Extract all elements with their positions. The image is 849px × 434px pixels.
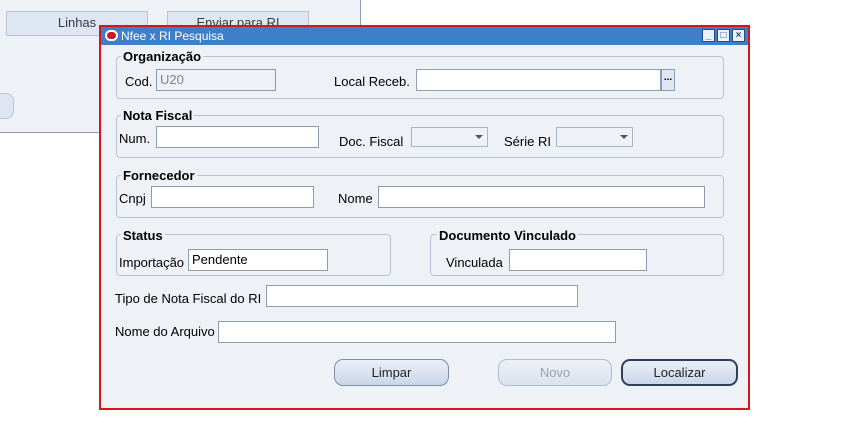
nome-label: Nome [338,191,373,206]
tipo-nota-field[interactable] [266,285,578,307]
close-icon[interactable]: × [732,29,745,42]
novo-button[interactable]: Novo [498,359,612,386]
search-dialog: Nfee x RI Pesquisa _ □ × Organização Cod… [99,25,750,410]
localizar-button[interactable]: Localizar [621,359,738,386]
documento-vinculado-title: Documento Vinculado [437,228,578,243]
local-receb-label: Local Receb. [334,74,410,89]
serie-ri-select[interactable] [556,127,633,147]
dialog-title: Nfee x RI Pesquisa [121,29,224,43]
doc-fiscal-label: Doc. Fiscal [339,134,404,149]
num-label: Num. [119,131,151,146]
cod-label: Cod. [125,74,153,89]
serie-ri-label: Série RI [504,134,551,149]
dialog-titlebar[interactable]: Nfee x RI Pesquisa _ □ × [101,27,748,45]
chevron-down-icon [620,135,628,139]
nota-fiscal-title: Nota Fiscal [121,108,195,123]
tipo-nota-label: Tipo de Nota Fiscal do RI [115,291,262,306]
nome-arquivo-field[interactable] [218,321,616,343]
local-receb-field[interactable] [416,69,661,91]
status-title: Status [121,228,165,243]
fornecedor-title: Fornecedor [121,168,197,183]
doc-fiscal-select[interactable] [411,127,488,147]
maximize-icon[interactable]: □ [717,29,730,42]
local-receb-lov-button[interactable]: ... [661,69,675,91]
nome-field[interactable] [378,186,705,208]
cod-field[interactable]: U20 [156,69,276,91]
num-field[interactable] [156,126,319,148]
importacao-label: Importação [119,255,185,270]
vinculada-field[interactable] [509,249,647,271]
organizacao-title: Organização [121,49,204,64]
importacao-field[interactable]: Pendente [188,249,328,271]
vinculada-label: Vinculada [446,255,503,270]
oracle-logo-icon [105,30,118,41]
limpar-button[interactable]: Limpar [334,359,449,386]
cnpj-label: Cnpj [119,191,146,206]
cnpj-field[interactable] [151,186,314,208]
nome-arquivo-label: Nome do Arquivo [115,324,215,339]
chevron-down-icon [475,135,483,139]
background-button-stub[interactable] [0,93,14,119]
minimize-icon[interactable]: _ [702,29,715,42]
